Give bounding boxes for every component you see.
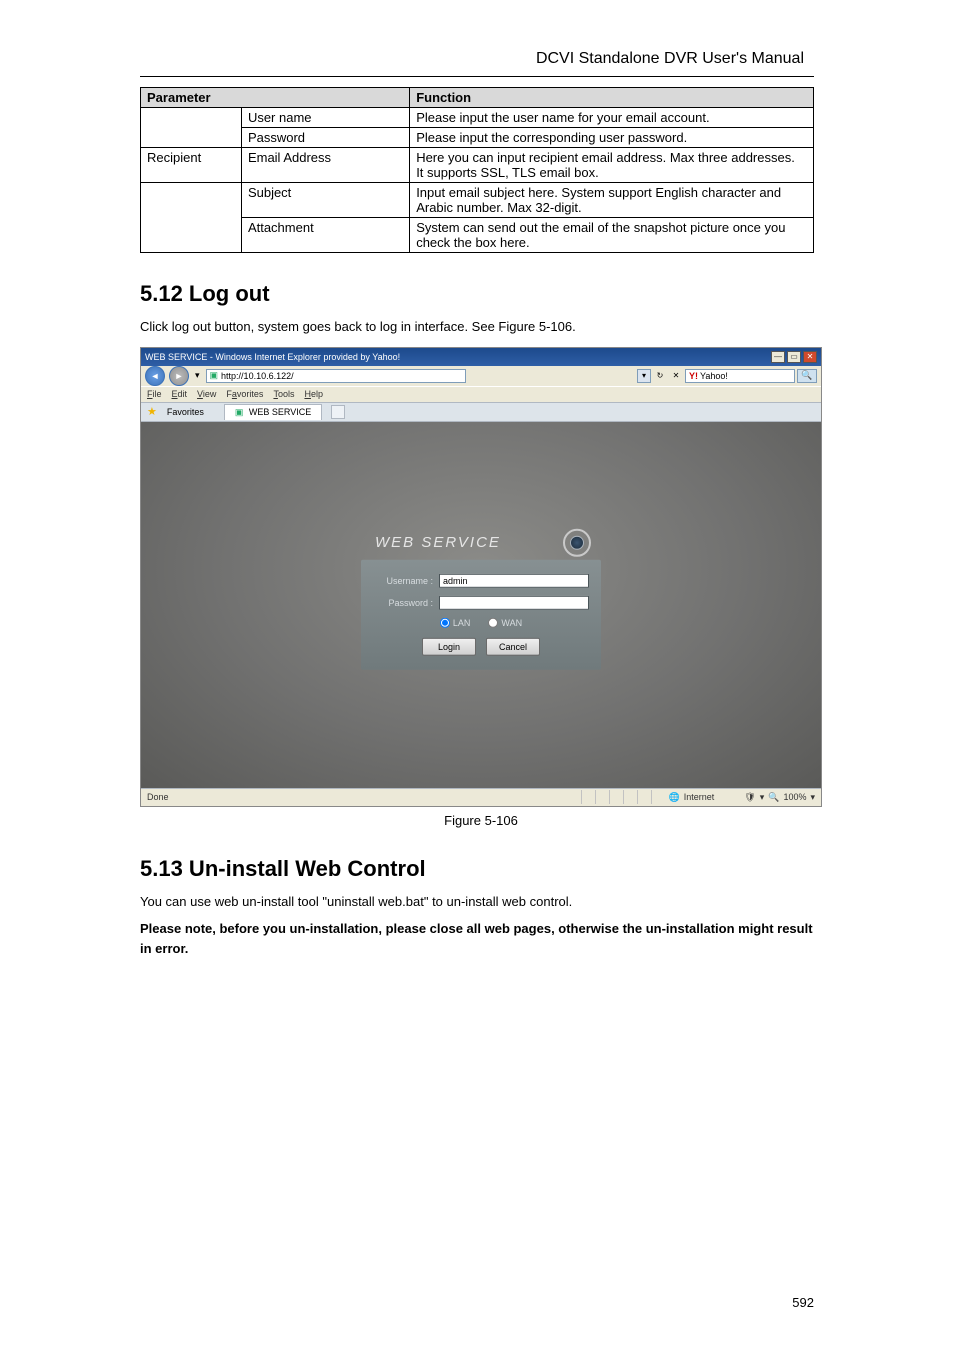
status-done: Done [147,792,581,802]
login-body: Username : Password : LAN WAN Login [361,559,601,669]
password-input[interactable] [439,595,589,609]
login-panel: WEB SERVICE Username : Password : [361,525,601,669]
table-row: Password Please input the corresponding … [141,128,814,148]
connection-radios: LAN WAN [373,617,589,627]
func-cell: System can send out the email of the sna… [410,218,814,253]
close-icon: ✕ [803,351,817,363]
password-row: Password : [373,595,589,609]
yahoo-logo-icon: Y! [689,371,698,381]
url-dropdown-icon: ▾ [637,369,651,383]
zoom-icon: 🔍 [768,792,779,803]
zoom-value: 100% [783,792,806,802]
group-cell [141,108,242,148]
table-row: Recipient Email Address Here you can inp… [141,148,814,183]
group-cell [141,183,242,253]
menu-edit: Edit [172,389,188,399]
maximize-icon: ▭ [787,351,801,363]
password-label: Password : [373,597,433,607]
page-header: DCVI Standalone DVR User's Manual [140,50,814,68]
window-controls: — ▭ ✕ [771,351,817,363]
protected-mode-icon: 🛡 [744,792,755,803]
back-icon: ◄ [145,366,165,386]
browser-tab: ▣ WEB SERVICE [224,404,322,420]
camera-icon [563,528,591,556]
radio-lan[interactable]: LAN [440,617,471,627]
window-title-bar: WEB SERVICE - Windows Internet Explorer … [141,348,821,366]
func-cell: Please input the corresponding user pass… [410,128,814,148]
refresh-icon: ↻ [653,369,667,383]
favorites-label: Favorites [167,407,204,417]
search-field: Y! Yahoo! [685,369,795,383]
username-label: Username : [373,575,433,585]
param-cell: Email Address [241,148,409,183]
favorites-bar: ★ Favorites ▣ WEB SERVICE [141,402,821,422]
group-cell: Recipient [141,148,242,183]
figure-caption: Figure 5-106 [140,813,822,828]
dropdown-arrow-icon: ▾ [195,370,200,381]
param-cell: User name [241,108,409,128]
star-icon: ★ [147,405,157,418]
url-text: http://10.10.6.122/ [221,371,294,381]
username-row: Username : [373,573,589,587]
menu-bar: File Edit View Favorites Tools Help [141,386,821,402]
section-heading-logout: 5.12 Log out [140,281,814,307]
func-cell: Input email subject here. System support… [410,183,814,218]
new-tab-icon [331,405,345,419]
zone-label: Internet [684,792,715,802]
func-cell: Here you can input recipient email addre… [410,148,814,183]
radio-lan-input[interactable] [440,617,450,627]
status-cells [581,790,665,804]
screenshot-figure: WEB SERVICE - Windows Internet Explorer … [140,347,822,828]
login-header: WEB SERVICE [361,525,601,559]
table-row: Attachment System can send out the email… [141,218,814,253]
address-toolbar: ◄ ► ▾ ▣ http://10.10.6.122/ ▾ ↻ ✕ Y! Yah… [141,366,821,386]
header-rule [140,76,814,77]
page-content: WEB SERVICE Username : Password : [141,422,821,788]
page-favicon-icon: ▣ [210,370,219,381]
search-icon: 🔍 [797,369,817,383]
uninstall-body2: Please note, before you un-installation,… [140,919,814,958]
table-row: Subject Input email subject here. System… [141,183,814,218]
menu-tools: Tools [273,389,294,399]
func-cell: Please input the user name for your emai… [410,108,814,128]
forward-icon: ► [169,366,189,386]
minimize-icon: — [771,351,785,363]
browser-window: WEB SERVICE - Windows Internet Explorer … [140,347,822,807]
menu-file: File [147,389,162,399]
menu-view: View [197,389,216,399]
uninstall-body1: You can use web un-install tool "uninsta… [140,892,814,912]
brand-text: WEB SERVICE [375,534,501,551]
search-provider: Yahoo! [700,371,728,381]
section-heading-uninstall: 5.13 Un-install Web Control [140,856,814,882]
username-input[interactable] [439,573,589,587]
cancel-button[interactable]: Cancel [486,637,540,655]
logout-body: Click log out button, system goes back t… [140,317,814,337]
status-bar: Done 🌐 Internet 🛡 ▾ 🔍 100% ▾ [141,788,821,806]
param-cell: Attachment [241,218,409,253]
zoom-group: 🛡 ▾ 🔍 100% ▾ [744,792,815,803]
radio-wan[interactable]: WAN [488,617,522,627]
search-cluster: ▾ ↻ ✕ Y! Yahoo! 🔍 [637,369,817,383]
th-parameter: Parameter [141,88,410,108]
tab-label: WEB SERVICE [249,407,311,417]
window-title: WEB SERVICE - Windows Internet Explorer … [145,352,400,362]
table-row: User name Please input the user name for… [141,108,814,128]
spec-table: Parameter Function User name Please inpu… [140,87,814,253]
param-cell: Subject [241,183,409,218]
page-number: 592 [792,1295,814,1310]
url-field: ▣ http://10.10.6.122/ [206,369,466,383]
globe-icon: 🌐 [669,792,680,803]
radio-wan-input[interactable] [488,617,498,627]
stop-icon: ✕ [669,369,683,383]
menu-help: Help [304,389,323,399]
menu-favorites: Favorites [226,389,263,399]
login-button[interactable]: Login [422,637,476,655]
th-function: Function [410,88,814,108]
login-buttons: Login Cancel [373,637,589,655]
table-header-row: Parameter Function [141,88,814,108]
param-cell: Password [241,128,409,148]
tab-favicon-icon: ▣ [235,407,244,417]
